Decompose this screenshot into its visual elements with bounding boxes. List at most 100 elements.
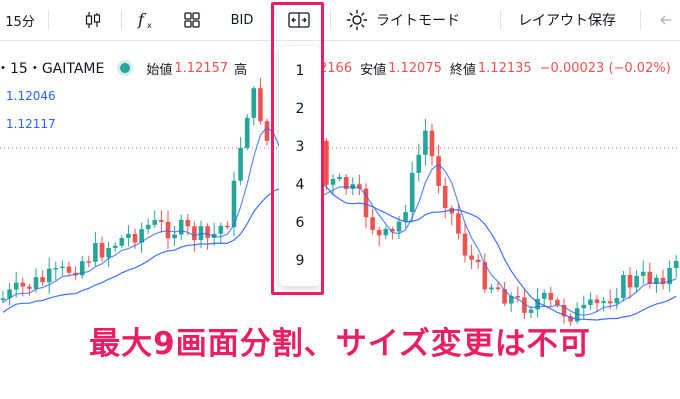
candle-body: [225, 225, 230, 228]
candle-body: [251, 88, 257, 118]
candle-body: [106, 247, 111, 258]
candle-body: [541, 292, 547, 299]
back-arrow-icon: [660, 15, 671, 25]
function-icon: f x: [137, 10, 152, 30]
candle-body: [264, 121, 270, 141]
candle-body: [126, 233, 131, 239]
layout-grid-icon: [184, 12, 200, 28]
open-value: 1.12157: [174, 60, 229, 76]
candle-body: [607, 301, 613, 304]
candle-body: [46, 268, 52, 283]
candle-body: [145, 224, 151, 230]
candle-body: [27, 286, 32, 289]
candle-body: [218, 225, 224, 234]
symbol-legend: ・15・GAITAME 始値 1.12157 高: [0, 58, 247, 78]
candle-body: [515, 295, 521, 298]
candle-body: [416, 154, 422, 173]
candle-body: [429, 130, 435, 157]
change-value: −0.00023 (−0.02%): [539, 60, 671, 76]
candle-body: [20, 282, 26, 287]
candle-body: [192, 226, 197, 241]
candle-body: [423, 130, 428, 155]
candle-body: [178, 219, 184, 235]
candle-body: [647, 271, 653, 284]
candle-body: [601, 301, 606, 304]
candle-body: [132, 233, 138, 243]
candle-body: [673, 261, 679, 269]
close-label: 終値: [449, 62, 476, 78]
theme-toggle-button[interactable]: ライトモード: [342, 0, 492, 40]
candle-body: [185, 219, 191, 227]
candle-body: [555, 299, 560, 305]
candle-body: [640, 271, 646, 276]
candle-body: [370, 217, 375, 230]
toolbar-divider: [330, 10, 331, 30]
candle-body: [337, 177, 342, 180]
templates-button[interactable]: [174, 0, 210, 40]
indicators-button[interactable]: f x: [128, 0, 164, 40]
candle-body: [244, 117, 250, 148]
candle-body: [376, 229, 382, 236]
candle-body: [165, 221, 171, 239]
candle-body: [152, 220, 158, 225]
candle-body: [396, 221, 402, 232]
chart-type-button[interactable]: [75, 0, 111, 40]
interval-label: 15分: [5, 14, 35, 30]
toolbar-divider: [48, 10, 49, 30]
ma-value-1: 1.12046: [6, 89, 56, 103]
candle-body: [258, 88, 263, 122]
candle-body: [495, 287, 501, 290]
candle-body: [436, 156, 441, 186]
theme-label: ライトモード: [376, 13, 460, 29]
candle-body: [238, 147, 243, 181]
candle-body: [86, 261, 92, 263]
price-source-button[interactable]: BID: [222, 0, 262, 40]
save-layout-button[interactable]: レイアウト保存: [508, 0, 626, 40]
candle-body: [172, 234, 177, 239]
candle-body: [442, 185, 448, 208]
low-value: 1.12075: [388, 60, 442, 76]
candle-body: [588, 299, 593, 305]
open-label: 始値: [146, 62, 173, 78]
save-layout-label: レイアウト保存: [518, 13, 616, 29]
ma-value-2: 1.12117: [6, 117, 56, 131]
market-status-dot: [120, 63, 131, 73]
candle-body: [0, 298, 6, 300]
top-toolbar: 15分 f x BID ライトモード レイアウト保存: [0, 0, 680, 41]
symbol-name: ・15・GAITAME: [0, 61, 105, 77]
candle-body: [489, 287, 494, 290]
candle-body: [581, 304, 587, 309]
low-label: 安値: [360, 62, 387, 78]
candle-body: [330, 179, 336, 185]
candle-body: [548, 292, 554, 300]
high-label: 高: [234, 62, 248, 78]
price-source-label: BID: [230, 12, 254, 28]
candlestick-series: [0, 77, 679, 328]
candle-body: [475, 259, 481, 263]
toolbar-divider: [121, 10, 122, 30]
candle-body: [594, 299, 600, 304]
candle-body: [462, 233, 468, 256]
interval-button[interactable]: 15分: [0, 0, 40, 40]
candle-body: [403, 212, 408, 222]
candle-body: [159, 220, 164, 222]
candle-body: [456, 213, 461, 234]
ma-line-fast: [2, 126, 677, 316]
toolbar-divider: [640, 10, 641, 30]
candle-body: [634, 275, 639, 288]
undo-button[interactable]: [652, 0, 680, 40]
candle-body: [469, 255, 474, 260]
candle-body: [33, 277, 39, 289]
candle-body: [621, 275, 626, 299]
candle-body: [324, 140, 329, 185]
svg-text:x: x: [147, 21, 152, 30]
candle-body: [409, 172, 415, 213]
candle-body: [53, 268, 59, 270]
close-value: 1.12135: [477, 60, 532, 76]
candle-body: [40, 277, 45, 283]
candle-body: [99, 243, 105, 258]
candle-body: [383, 228, 389, 236]
candle-body: [13, 282, 19, 290]
candle-body: [60, 266, 65, 269]
symbol-legend-right: 2166 安値 1.12075 終値 1.12135 −0.00023 (−0.…: [319, 58, 671, 78]
